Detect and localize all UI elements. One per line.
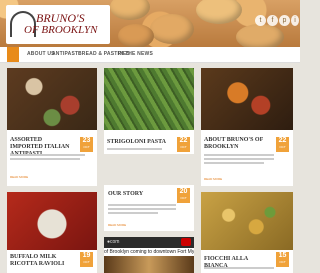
- post-month: OCT: [83, 260, 90, 264]
- instagram-icon[interactable]: i: [291, 15, 299, 26]
- post-card[interactable]: ASSORTED IMPORTED ITALIAN ANTIPASTI 23 O…: [7, 68, 97, 186]
- post-image[interactable]: [7, 192, 97, 250]
- excerpt-line: [107, 148, 162, 150]
- post-image[interactable]: [201, 192, 293, 250]
- post-image[interactable]: [201, 68, 293, 130]
- post-title[interactable]: OUR STORY: [108, 191, 168, 198]
- read-more-link[interactable]: READ MORE: [204, 177, 222, 181]
- bread-image: [110, 0, 150, 20]
- post-title[interactable]: BUFFALO MILK RICOTTA RAVIOLI: [10, 254, 72, 268]
- post-date: 20 OCT: [177, 188, 190, 203]
- excerpt-line: [10, 158, 80, 160]
- excerpt-line: [10, 154, 85, 156]
- excerpt-line: [108, 204, 176, 206]
- post-day: 19: [82, 252, 91, 259]
- bread-image: [236, 24, 284, 47]
- video-toolbar: ●com: [104, 237, 194, 248]
- post-date: 15 OCT: [276, 252, 289, 267]
- post-month: OCT: [83, 145, 90, 149]
- post-date: 22 OCT: [276, 137, 289, 152]
- post-day: 22: [179, 137, 188, 144]
- post-card[interactable]: ABOUT BRUNO'S OF BROOKLYN 22 OCT READ MO…: [201, 68, 293, 186]
- nav-in-the-news[interactable]: IN THE NEWS: [118, 47, 153, 62]
- excerpt-line: [204, 162, 264, 164]
- post-title[interactable]: STRIGOLONI PASTA: [107, 139, 169, 146]
- post-date: 19 OCT: [80, 252, 93, 267]
- post-date: 22 OCT: [177, 137, 190, 152]
- read-more-link[interactable]: READ MORE: [10, 175, 28, 179]
- twitter-icon[interactable]: t: [255, 15, 266, 26]
- video-embed[interactable]: ●com of Brooklyn coming to downtown Fort…: [104, 237, 194, 273]
- pinterest-icon[interactable]: p: [279, 15, 290, 26]
- video-brand: ●com: [107, 239, 120, 245]
- post-day: 23: [82, 137, 91, 144]
- bread-image: [150, 14, 194, 44]
- post-day: 15: [278, 252, 287, 259]
- facebook-icon[interactable]: f: [267, 15, 278, 26]
- post-title[interactable]: ABOUT BRUNO'S OF BROOKLYN: [204, 137, 268, 151]
- header-banner: BRUNO'S OF BROOKLYN t f p i: [0, 0, 300, 47]
- post-day: 20: [179, 188, 188, 195]
- video-thumbnail[interactable]: [104, 256, 194, 273]
- post-month: OCT: [180, 145, 187, 149]
- bread-image: [118, 24, 154, 47]
- nav-antipasti[interactable]: ANTIPASTI: [52, 47, 80, 62]
- post-card[interactable]: FIOCCHI ALLA BIANCA 15 OCT: [201, 192, 293, 273]
- main-nav: ABOUT US ANTIPASTI BREAD & PASTRIES IN T…: [0, 47, 300, 63]
- bread-image: [196, 0, 242, 24]
- video-caption: of Brooklyn coming to downtown Fort My: [104, 248, 194, 256]
- post-month: OCT: [279, 260, 286, 264]
- post-image[interactable]: [7, 68, 97, 130]
- nav-about-us[interactable]: ABOUT US: [27, 47, 55, 62]
- post-card[interactable]: OUR STORY 20 OCT READ MORE: [104, 185, 194, 231]
- post-card[interactable]: BUFFALO MILK RICOTTA RAVIOLI 19 OCT: [7, 192, 97, 273]
- excerpt-line: [108, 208, 176, 210]
- post-image[interactable]: [104, 68, 194, 130]
- excerpt-line: [204, 267, 274, 269]
- youtube-icon[interactable]: [181, 238, 191, 246]
- logo-subtext: OF BROOKLYN: [24, 24, 98, 36]
- read-more-link[interactable]: READ MORE: [108, 223, 126, 227]
- post-month: OCT: [279, 145, 286, 149]
- excerpt-line: [204, 154, 274, 156]
- post-date: 23 OCT: [80, 137, 93, 152]
- site-logo[interactable]: BRUNO'S OF BROOKLYN: [6, 5, 110, 44]
- post-card[interactable]: STRIGOLONI PASTA 22 OCT: [104, 68, 194, 154]
- excerpt-line: [108, 212, 158, 214]
- home-button[interactable]: [7, 47, 19, 62]
- post-day: 22: [278, 137, 287, 144]
- post-month: OCT: [180, 196, 187, 200]
- excerpt-line: [204, 158, 274, 160]
